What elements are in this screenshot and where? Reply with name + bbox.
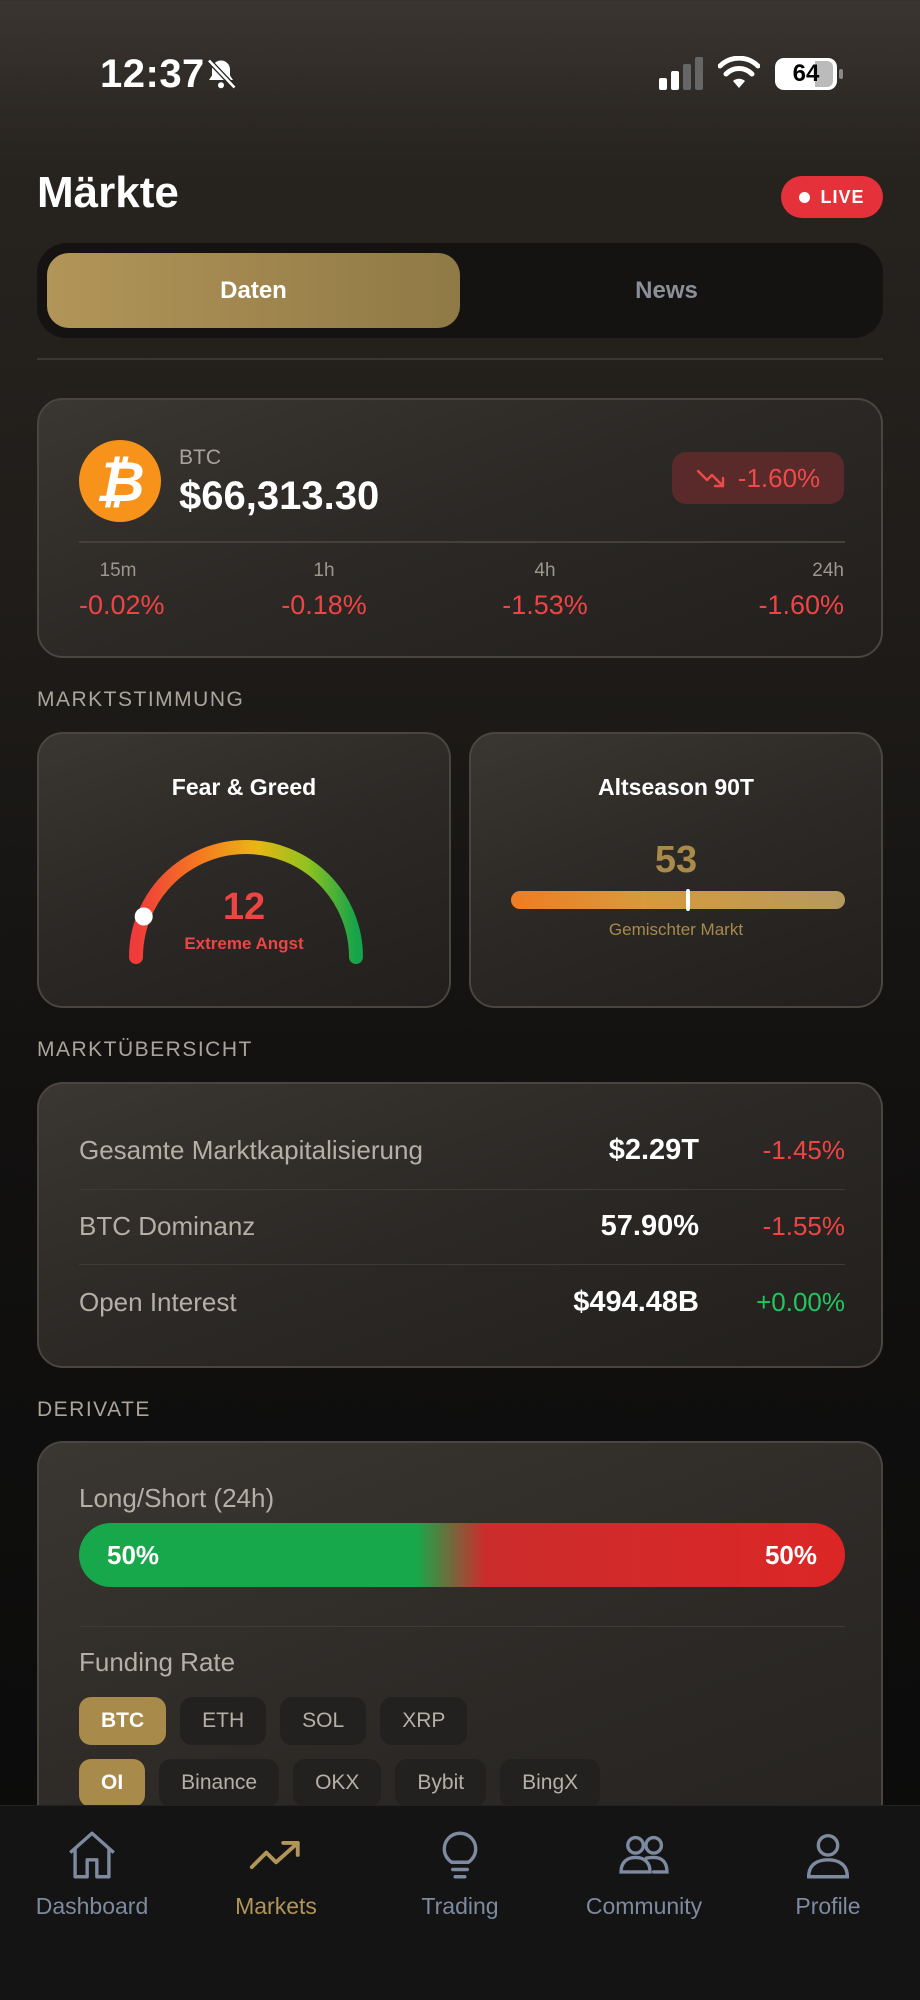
chip-oi[interactable]: OI	[79, 1759, 146, 1807]
divider	[79, 1626, 845, 1627]
cellular-signal-icon	[659, 57, 703, 90]
chip-bybit[interactable]: Bybit	[395, 1759, 487, 1807]
trending-down-icon	[696, 469, 724, 488]
overview-row-name: Gesamte Marktkapitalisierung	[79, 1135, 423, 1165]
chip-sol[interactable]: SOL	[280, 1697, 367, 1745]
nav-label: Community	[585, 1893, 703, 1919]
timeframe-4h: 4h -1.53%	[495, 560, 595, 621]
users-icon	[619, 1835, 669, 1874]
user-icon	[806, 1833, 850, 1879]
overview-row-change: -1.45%	[762, 1135, 845, 1165]
live-label: LIVE	[820, 186, 865, 207]
fear-greed-label: Extreme Angst	[184, 934, 304, 953]
timeframe-label: 4h	[534, 560, 556, 581]
exchange-chip-group: OI Binance OKX Bybit BingX	[79, 1759, 601, 1807]
timeframe-label: 15m	[99, 560, 137, 581]
altseason-bar	[511, 889, 845, 911]
nav-profile[interactable]: Profile	[736, 1826, 920, 1920]
section-label-overview: MARKTÜBERSICHT	[37, 1038, 253, 1061]
timeframe-value: -1.53%	[502, 590, 588, 620]
chip-bingx[interactable]: BingX	[500, 1759, 601, 1807]
altseason-card[interactable]: Altseason 90T 53 Gemischter Markt	[469, 732, 883, 1008]
battery-indicator: 64	[775, 58, 843, 90]
coin-chip-group: BTC ETH SOL XRP	[79, 1697, 468, 1745]
overview-row-btc-dominance[interactable]: BTC Dominanz 57.90% -1.55%	[79, 1189, 845, 1264]
nav-dashboard[interactable]: Dashboard	[0, 1826, 184, 1920]
status-time: 12:37	[100, 52, 205, 96]
timeframe-label: 24h	[812, 560, 844, 581]
short-percentage: 50%	[764, 1539, 817, 1570]
timeframe-value: -0.02%	[79, 590, 165, 620]
nav-label: Markets	[235, 1893, 317, 1919]
battery-level: 64	[792, 60, 820, 87]
page-title: Märkte	[37, 168, 179, 217]
chip-okx[interactable]: OKX	[293, 1759, 382, 1807]
overview-row-change: +0.00%	[756, 1287, 845, 1317]
chip-btc[interactable]: BTC	[79, 1697, 167, 1745]
altseason-marker	[686, 889, 691, 911]
overview-row-name: Open Interest	[79, 1287, 237, 1317]
live-badge: LIVE	[781, 176, 883, 218]
nav-label: Dashboard	[35, 1893, 149, 1919]
status-bar: 12:37 64	[0, 0, 920, 150]
btc-symbol: BTC	[179, 446, 221, 469]
btc-change-value: -1.60%	[737, 462, 821, 493]
btc-change-badge: -1.60%	[672, 452, 844, 504]
market-overview-card: Gesamte Marktkapitalisierung $2.29T -1.4…	[37, 1082, 883, 1368]
bell-muted-icon	[207, 58, 237, 90]
bitcoin-icon: ₿	[79, 440, 161, 522]
trending-up-icon	[249, 1840, 300, 1870]
timeframe-value: -0.18%	[281, 590, 367, 620]
divider	[79, 541, 845, 543]
nav-label: Profile	[795, 1893, 861, 1919]
timeframe-value: -1.60%	[758, 590, 844, 620]
section-label-derivatives: DERIVATE	[37, 1398, 151, 1421]
section-label-sentiment: MARKTSTIMMUNG	[37, 688, 245, 711]
chip-binance[interactable]: Binance	[159, 1759, 280, 1807]
nav-trading[interactable]: Trading	[368, 1826, 552, 1920]
chip-xrp[interactable]: XRP	[380, 1697, 468, 1745]
nav-community[interactable]: Community	[552, 1826, 736, 1920]
timeframe-24h: 24h -1.60%	[744, 560, 844, 621]
fear-greed-card[interactable]: Fear & Greed 12 Extreme Angst	[37, 732, 451, 1008]
long-percentage: 50%	[107, 1539, 160, 1570]
fear-greed-value: 12	[222, 886, 266, 928]
overview-row-open-interest[interactable]: Open Interest $494.48B +0.00%	[79, 1265, 845, 1340]
altseason-label: Gemischter Markt	[608, 920, 744, 939]
overview-row-name: BTC Dominanz	[79, 1211, 256, 1241]
overview-row-value: $2.29T	[608, 1134, 699, 1166]
timeframe-15m: 15m -0.02%	[79, 560, 165, 621]
segmented-control: Daten News	[37, 243, 883, 338]
lightbulb-icon	[442, 1831, 478, 1879]
live-dot-icon	[799, 191, 811, 203]
divider	[37, 358, 883, 360]
nav-markets[interactable]: Markets	[184, 1826, 368, 1920]
overview-row-value: 57.90%	[600, 1210, 699, 1242]
tab-daten[interactable]: Daten	[47, 253, 460, 328]
overview-row-value: $494.48B	[573, 1286, 699, 1318]
wifi-icon	[718, 56, 760, 88]
altseason-title: Altseason 90T	[598, 774, 754, 800]
long-short-title: Long/Short (24h)	[79, 1483, 275, 1513]
overview-row-change: -1.55%	[762, 1211, 845, 1241]
nav-label: Trading	[421, 1893, 499, 1919]
funding-rate-title: Funding Rate	[79, 1647, 236, 1677]
altseason-value: 53	[654, 839, 698, 881]
btc-price: $66,313.30	[179, 474, 380, 518]
long-short-bar: 50% 50%	[79, 1523, 845, 1587]
btc-price-card[interactable]: ₿ BTC $66,313.30 -1.60% 15m -0.02% 1h -0…	[37, 398, 883, 658]
tab-news[interactable]: News	[460, 253, 873, 328]
bottom-tab-bar: Dashboard Markets Trading Community Prof…	[0, 1805, 920, 2000]
timeframe-label: 1h	[313, 560, 335, 581]
fear-greed-title: Fear & Greed	[171, 774, 317, 800]
overview-row-market-cap[interactable]: Gesamte Marktkapitalisierung $2.29T -1.4…	[79, 1113, 845, 1188]
chip-eth[interactable]: ETH	[180, 1697, 267, 1745]
timeframe-1h: 1h -0.18%	[274, 560, 374, 621]
home-icon	[69, 1831, 115, 1879]
